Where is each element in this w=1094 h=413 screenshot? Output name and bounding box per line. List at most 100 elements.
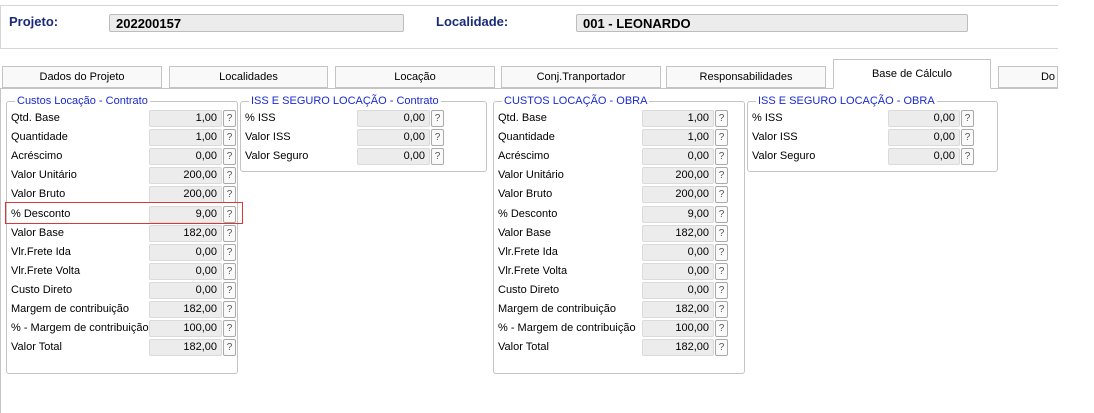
field-row-valor-unitario: Valor Unitário 200,00? bbox=[494, 166, 744, 185]
help-button[interactable]: ? bbox=[715, 129, 728, 147]
help-button[interactable]: ? bbox=[715, 148, 728, 166]
field-label: Valor ISS bbox=[752, 131, 798, 144]
help-button[interactable]: ? bbox=[223, 339, 236, 357]
field-value-margem-de-contribuicao[interactable]: 100,00 bbox=[642, 320, 714, 338]
field-value-valor-iss[interactable]: 0,00 bbox=[357, 129, 430, 147]
field-value-valor-total[interactable]: 182,00 bbox=[149, 339, 222, 357]
help-button[interactable]: ? bbox=[715, 281, 728, 299]
field-row-vlr-frete-ida: Vlr.Frete Ida 0,00? bbox=[7, 243, 237, 262]
help-button[interactable]: ? bbox=[715, 320, 728, 338]
field-value-iss[interactable]: 0,00 bbox=[888, 110, 960, 127]
help-button[interactable]: ? bbox=[715, 205, 728, 223]
field-label: Margem de contribuição bbox=[11, 303, 130, 315]
field-value-custo-direto[interactable]: 0,00 bbox=[149, 281, 222, 299]
field-value-quantidade[interactable]: 1,00 bbox=[642, 129, 714, 147]
help-button[interactable]: ? bbox=[715, 243, 728, 261]
field-value-valor-base[interactable]: 182,00 bbox=[149, 224, 222, 242]
help-button[interactable]: ? bbox=[431, 148, 444, 166]
help-button[interactable]: ? bbox=[223, 110, 236, 127]
field-value-margem-de-contribuicao[interactable]: 182,00 bbox=[149, 301, 222, 318]
help-button[interactable]: ? bbox=[715, 339, 728, 357]
field-value-vlr-frete-volta[interactable]: 0,00 bbox=[642, 262, 714, 280]
projeto-field[interactable]: 202200157 bbox=[109, 14, 404, 32]
field-label: Valor Bruto bbox=[11, 188, 66, 201]
group-iss-seguro-obra: ISS E SEGURO LOCAÇÃO - OBRA % ISS 0,00? Va… bbox=[747, 95, 998, 172]
tab-locacao[interactable]: Locação bbox=[335, 66, 495, 88]
help-button[interactable]: ? bbox=[223, 167, 236, 185]
tab-responsabilidades[interactable]: Responsabilidades bbox=[666, 66, 826, 88]
field-label: Valor Bruto bbox=[498, 188, 553, 201]
help-button[interactable]: ? bbox=[431, 110, 444, 127]
group-title: ISS E SEGURO LOCAÇÃO - Contrato bbox=[249, 95, 441, 107]
help-button[interactable]: ? bbox=[223, 281, 236, 299]
header-border-top bbox=[0, 5, 1058, 6]
field-value-vlr-frete-ida[interactable]: 0,00 bbox=[149, 243, 222, 261]
field-label: Valor Seguro bbox=[752, 150, 816, 163]
help-button[interactable]: ? bbox=[961, 129, 974, 147]
field-row-valor-total: Valor Total 182,00? bbox=[7, 338, 237, 357]
help-button[interactable]: ? bbox=[961, 110, 974, 127]
field-label: Quantidade bbox=[11, 131, 68, 144]
help-button[interactable]: ? bbox=[431, 129, 444, 147]
field-value-valor-seguro[interactable]: 0,00 bbox=[888, 148, 960, 166]
field-row-vlr-frete-volta: Vlr.Frete Volta 0,00? bbox=[7, 262, 237, 281]
field-value-margem-de-contribuicao[interactable]: 100,00 bbox=[149, 320, 222, 338]
field-value-valor-bruto[interactable]: 200,00 bbox=[149, 186, 222, 204]
group-title: CUSTOS LOCAÇÃO - OBRA bbox=[502, 95, 650, 107]
field-label: Qtd. Base bbox=[11, 112, 60, 124]
help-button[interactable]: ? bbox=[715, 167, 728, 185]
help-button[interactable]: ? bbox=[223, 148, 236, 166]
field-row-valor-seguro: Valor Seguro 0,00? bbox=[748, 147, 997, 166]
help-button[interactable]: ? bbox=[223, 262, 236, 280]
field-row-margem-de-contribuicao: Margem de contribuição 182,00? bbox=[494, 300, 744, 319]
help-button[interactable]: ? bbox=[223, 186, 236, 204]
localidade-field[interactable]: 001 - LEONARDO bbox=[576, 14, 968, 32]
field-value-custo-direto[interactable]: 0,00 bbox=[642, 281, 714, 299]
field-value-desconto[interactable]: 9,00 bbox=[642, 205, 714, 223]
help-button[interactable]: ? bbox=[715, 262, 728, 280]
field-value-iss[interactable]: 0,00 bbox=[357, 110, 430, 127]
tab-label: Dados do Projeto bbox=[39, 71, 125, 83]
field-value-valor-unitario[interactable]: 200,00 bbox=[642, 167, 714, 185]
field-label: % ISS bbox=[245, 112, 276, 124]
field-value-qtd-base[interactable]: 1,00 bbox=[642, 110, 714, 127]
field-row-qtd-base: Qtd. Base 1,00? bbox=[494, 109, 744, 128]
field-value-valor-unitario[interactable]: 200,00 bbox=[149, 167, 222, 185]
help-button[interactable]: ? bbox=[223, 320, 236, 338]
help-button[interactable]: ? bbox=[715, 186, 728, 204]
help-button[interactable]: ? bbox=[715, 301, 728, 318]
field-value-valor-total[interactable]: 182,00 bbox=[642, 339, 714, 357]
help-button[interactable]: ? bbox=[223, 224, 236, 242]
field-value-acrescimo[interactable]: 0,00 bbox=[149, 148, 222, 166]
field-value-valor-seguro[interactable]: 0,00 bbox=[357, 148, 430, 166]
tab-label: Responsabilidades bbox=[699, 71, 793, 83]
field-value-valor-base[interactable]: 182,00 bbox=[642, 224, 714, 242]
help-button[interactable]: ? bbox=[223, 243, 236, 261]
help-button[interactable]: ? bbox=[223, 301, 236, 318]
field-value-vlr-frete-ida[interactable]: 0,00 bbox=[642, 243, 714, 261]
tab-dados-do-projeto[interactable]: Dados do Projeto bbox=[2, 66, 162, 88]
tab-do[interactable]: Do bbox=[998, 66, 1058, 88]
field-value-valor-iss[interactable]: 0,00 bbox=[888, 129, 960, 147]
field-value-quantidade[interactable]: 1,00 bbox=[149, 129, 222, 147]
field-value-qtd-base[interactable]: 1,00 bbox=[149, 110, 222, 127]
field-value-margem-de-contribuicao[interactable]: 182,00 bbox=[642, 301, 714, 318]
field-value-acrescimo[interactable]: 0,00 bbox=[642, 148, 714, 166]
tab-localidades[interactable]: Localidades bbox=[169, 66, 328, 88]
field-label: Valor Base bbox=[498, 226, 551, 239]
help-button[interactable]: ? bbox=[715, 224, 728, 242]
field-label: Vlr.Frete Volta bbox=[11, 264, 81, 277]
group-custos-locacao-contrato: Custos Locação - Contrato Qtd. Base 1,00?… bbox=[6, 95, 238, 374]
field-value-vlr-frete-volta[interactable]: 0,00 bbox=[149, 262, 222, 280]
field-label: Qtd. Base bbox=[498, 112, 547, 124]
field-row-valor-iss: Valor ISS 0,00? bbox=[748, 128, 997, 147]
tab-base-de-calculo[interactable]: Base de Cálculo bbox=[833, 59, 991, 89]
field-label: Vlr.Frete Ida bbox=[498, 245, 558, 258]
help-button[interactable]: ? bbox=[715, 110, 728, 127]
help-button[interactable]: ? bbox=[961, 148, 974, 166]
field-value-valor-bruto[interactable]: 200,00 bbox=[642, 186, 714, 204]
tab-conj-tranportador[interactable]: Conj.Tranportador bbox=[501, 66, 661, 88]
help-button[interactable]: ? bbox=[223, 129, 236, 147]
field-label: Valor Unitário bbox=[498, 169, 564, 182]
field-label: Valor Total bbox=[498, 341, 549, 354]
